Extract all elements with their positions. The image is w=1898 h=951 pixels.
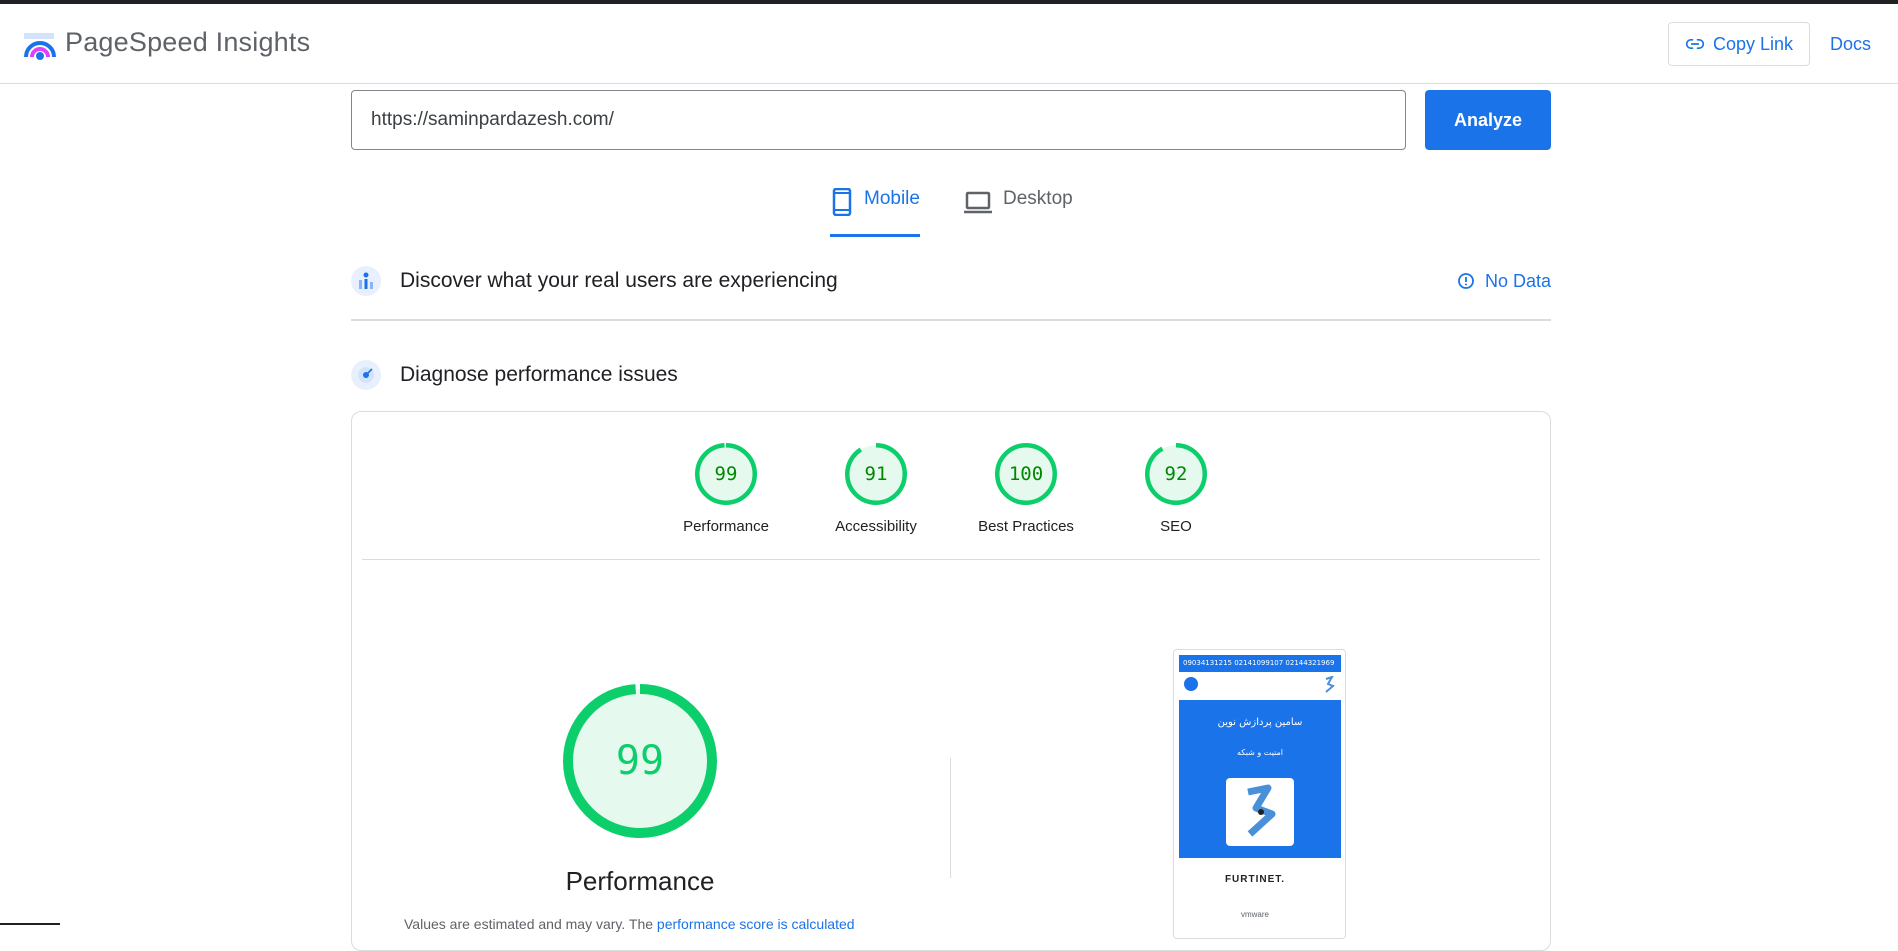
gauge-label: SEO [1160,518,1192,535]
info-icon [1458,273,1474,289]
link-icon [1685,39,1705,50]
gauge-ring: 92 [1145,443,1207,505]
copy-link-label: Copy Link [1712,33,1794,54]
tab-mobile[interactable]: Mobile [830,188,920,237]
app-title: PageSpeed Insights [65,27,311,57]
vertical-divider [950,758,951,878]
tab-desktop[interactable]: Desktop [963,188,1073,234]
score-gauge-performance[interactable]: 99 Performance [651,443,801,535]
performance-note-text: Values are estimated and may vary. The [404,916,657,932]
gauge-label: Accessibility [835,518,917,535]
gauge-ring: 100 [995,443,1057,505]
app-header: PageSpeed Insights Copy Link Docs [0,4,1898,84]
field-data-section: Discover what your real users are experi… [351,266,1551,296]
gauge-value: 91 [865,463,888,485]
smartphone-icon [832,188,852,216]
screenshot-logo-icon [1226,778,1294,846]
score-gauge-seo[interactable]: 92 SEO [1101,443,1251,535]
field-data-title: Discover what your real users are experi… [400,269,838,292]
tab-desktop-label: Desktop [1003,188,1073,209]
score-gauge-accessibility[interactable]: 91 Accessibility [801,443,951,535]
performance-big-gauge: 99 [563,684,717,838]
screenshot-nav [1179,672,1341,698]
docs-link[interactable]: Docs [1830,34,1871,55]
gauge-value: 99 [715,463,738,485]
users-chart-icon [351,266,381,296]
no-data-label: No Data [1484,270,1551,291]
section-divider [351,319,1551,321]
diagnose-icon [351,360,381,390]
performance-score-link[interactable]: performance score is calculated [657,916,855,932]
pagespeed-logo-icon [24,33,56,60]
screenshot-title: سامین پردازش نوین [1217,717,1303,728]
screenshot-hero: سامین پردازش نوین امنیت و شبکه [1179,700,1341,858]
score-gauge-best-practices[interactable]: 100 Best Practices [951,443,1101,535]
tab-mobile-label: Mobile [864,188,920,209]
analyze-button[interactable]: Analyze [1425,90,1551,150]
screenshot-site-logo-icon [1325,676,1335,693]
gauge-value: 100 [1009,463,1043,485]
screenshot-brand-fortinet: FURTINET. [1224,874,1286,885]
screenshot-topbar: 09034131215 02141099107 02144321969 [1179,655,1341,672]
screenshot-brand-vmware: vmware [1240,910,1269,919]
url-input[interactable]: https://saminpardazesh.com/ [351,90,1406,150]
performance-big-label: Performance [565,866,715,896]
page-screenshot: 09034131215 02141099107 02144321969 سامی… [1173,649,1346,939]
lab-data-title: Diagnose performance issues [400,363,678,386]
gauge-label: Best Practices [978,518,1074,535]
gauge-value: 99 [616,738,664,784]
gauge-ring: 91 [845,443,907,505]
gauge-label: Performance [683,518,769,535]
gauge-ring: 99 [695,443,757,505]
card-divider [362,559,1540,560]
gauge-value: 92 [1165,463,1188,485]
lab-data-section: Diagnose performance issues [351,360,1551,390]
laptop-icon [964,191,992,214]
screenshot-menu-icon [1184,677,1198,691]
copy-link-button[interactable]: Copy Link [1668,22,1810,66]
performance-note: Values are estimated and may vary. The p… [404,916,855,932]
no-data-indicator[interactable]: No Data [1457,271,1551,292]
screenshot-subtitle: امنیت و شبکه [1237,748,1283,757]
bottom-edge [0,923,60,925]
